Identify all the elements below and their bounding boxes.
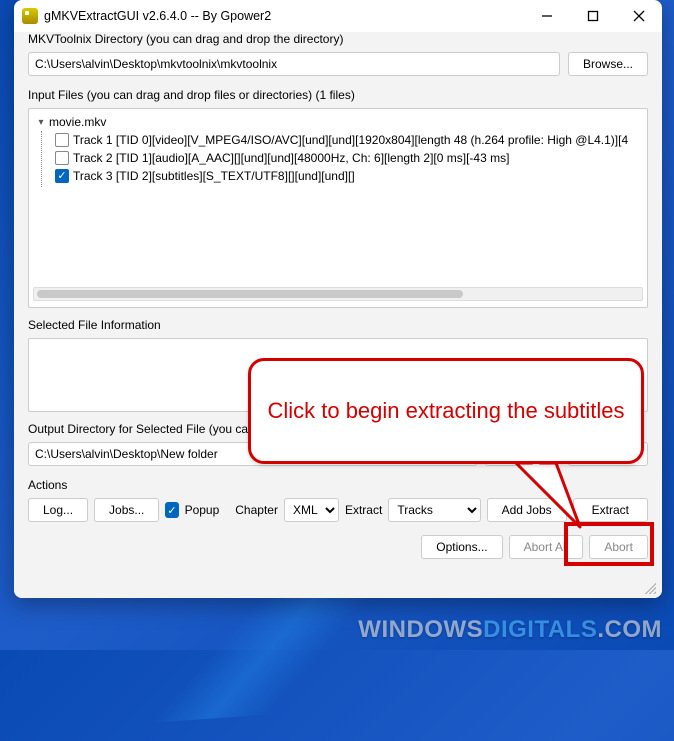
tree-hscrollbar[interactable] (33, 287, 643, 301)
track-checkbox[interactable] (55, 169, 69, 183)
track-label: Track 3 [TID 2][subtitles][S_TEXT/UTF8][… (73, 169, 355, 183)
annotation-tail-icon (486, 457, 606, 537)
app-icon (22, 8, 38, 24)
track-checkbox[interactable] (55, 133, 69, 147)
titlebar: gMKVExtractGUI v2.6.4.0 -- By Gpower2 (14, 0, 662, 32)
close-button[interactable] (616, 0, 662, 32)
mkvtoolnix-dir-label: MKVToolnix Directory (you can drag and d… (28, 32, 648, 46)
options-button[interactable]: Options... (421, 535, 502, 559)
minimize-button[interactable] (524, 0, 570, 32)
mkvtoolnix-dir-value: C:\Users\alvin\Desktop\mkvtoolnix\mkvtoo… (35, 57, 277, 71)
track-label: Track 2 [TID 1][audio][A_AAC][][und][und… (73, 151, 509, 165)
abort-all-button[interactable]: Abort All (509, 535, 584, 559)
abort-button[interactable]: Abort (589, 535, 648, 559)
popup-label: Popup (185, 503, 220, 517)
watermark-part: WINDOWS (358, 616, 483, 643)
watermark-part: DIGITALS (483, 616, 597, 643)
maximize-button[interactable] (570, 0, 616, 32)
input-files-label: Input Files (you can drag and drop files… (28, 88, 648, 102)
track-row[interactable]: Track 1 [TID 0][video][V_MPEG4/ISO/AVC][… (31, 131, 645, 149)
track-row[interactable]: Track 3 [TID 2][subtitles][S_TEXT/UTF8][… (31, 167, 645, 185)
annotation-callout: Click to begin extracting the subtitles (248, 358, 644, 464)
tree-root-label: movie.mkv (49, 115, 106, 129)
resize-grip-icon[interactable] (642, 580, 656, 594)
jobs-button[interactable]: Jobs... (94, 498, 159, 522)
annotation-text: Click to begin extracting the subtitles (267, 397, 624, 426)
chapter-label: Chapter (235, 503, 278, 517)
browse-dir-button[interactable]: Browse... (568, 52, 648, 76)
collapse-icon[interactable]: ▾ (35, 117, 47, 128)
input-files-tree[interactable]: ▾ movie.mkv Track 1 [TID 0][video][V_MPE… (28, 108, 648, 308)
selected-file-info-label: Selected File Information (28, 318, 648, 332)
track-checkbox[interactable] (55, 151, 69, 165)
track-row[interactable]: Track 2 [TID 1][audio][A_AAC][][und][und… (31, 149, 645, 167)
output-dir-value: C:\Users\alvin\Desktop\New folder (35, 447, 218, 461)
tree-root-row[interactable]: ▾ movie.mkv (31, 113, 645, 131)
extract-mode-label: Extract (345, 503, 382, 517)
window-title: gMKVExtractGUI v2.6.4.0 -- By Gpower2 (44, 9, 271, 23)
chapter-select[interactable]: XML (284, 498, 339, 522)
log-button[interactable]: Log... (28, 498, 88, 522)
track-label: Track 1 [TID 0][video][V_MPEG4/ISO/AVC][… (73, 133, 628, 147)
popup-checkbox[interactable] (165, 502, 178, 518)
watermark: WINDOWSDIGITALS.COM (358, 616, 662, 644)
mkvtoolnix-dir-input[interactable]: C:\Users\alvin\Desktop\mkvtoolnix\mkvtoo… (28, 52, 560, 76)
extract-mode-select[interactable]: Tracks (388, 498, 480, 522)
watermark-part: .COM (597, 616, 662, 643)
